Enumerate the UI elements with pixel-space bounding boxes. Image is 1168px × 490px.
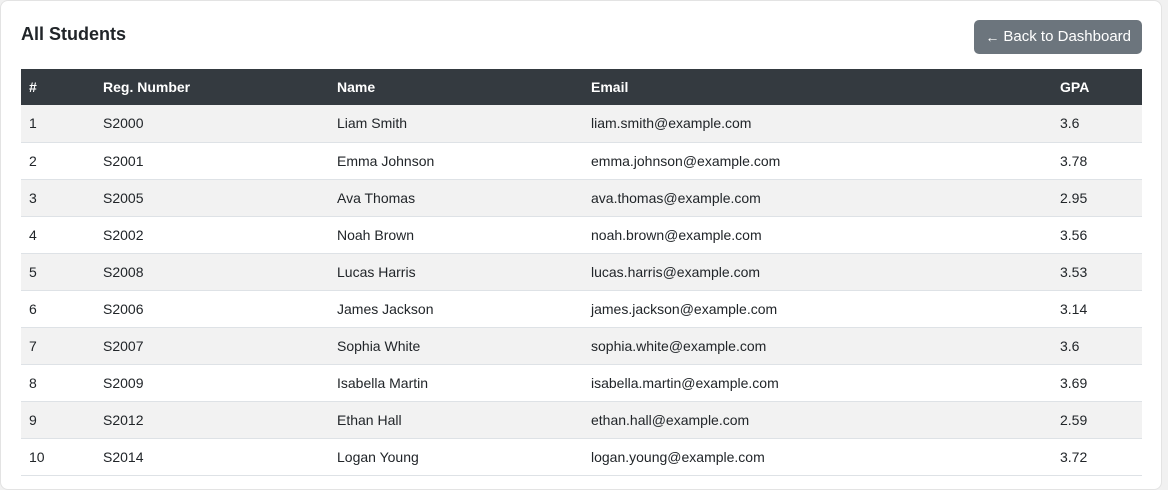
cell-reg-number: S2000: [95, 105, 329, 143]
table-row: 5 S2008 Lucas Harris lucas.harris@example.c…: [21, 253, 1142, 291]
cell-email: emma.johnson@example.com: [583, 142, 1052, 180]
table-row: 9 S2012 Ethan Hall ethan.hall@example.com 2.…: [21, 401, 1142, 439]
back-to-dashboard-label: Back to Dashboard: [1003, 28, 1131, 45]
cell-reg-number: S2005: [95, 179, 329, 217]
cell-name: Isabella Martin: [329, 364, 583, 402]
table-row: 2 S2001 Emma Johnson emma.johnson@example.c…: [21, 142, 1142, 180]
cell-reg-number: S2001: [95, 142, 329, 180]
cell-gpa: 2.95: [1052, 179, 1142, 217]
students-card: All Students ← Back to Dashboard # Reg. …: [0, 0, 1162, 490]
table-row: 10 S2014 Logan Young logan.young@example.co…: [21, 438, 1142, 476]
cell-name: Lucas Harris: [329, 253, 583, 291]
arrow-left-icon: ←: [985, 29, 1000, 45]
cell-reg-number: S2007: [95, 327, 329, 365]
cell-number: 10: [21, 438, 95, 476]
column-header-reg-number: Reg. Number: [103, 79, 191, 95]
table-row: 4 S2002 Noah Brown noah.brown@example.com 3.…: [21, 216, 1142, 254]
cell-number: 4: [21, 216, 95, 254]
cell-name: Ava Thomas: [329, 179, 583, 217]
cell-reg-number: S2014: [95, 438, 329, 476]
card-header: All Students ← Back to Dashboard: [21, 1, 1142, 69]
table-body: 1 S2000 Liam Smith liam.smith@example.com 3.…: [21, 105, 1142, 476]
cell-email: lucas.harris@example.com: [583, 253, 1052, 291]
cell-name: Ethan Hall: [329, 401, 583, 439]
table-row: 3 S2005 Ava Thomas ava.thomas@example.com 2.…: [21, 179, 1142, 217]
cell-gpa: 2.59: [1052, 401, 1142, 439]
cell-email: ava.thomas@example.com: [583, 179, 1052, 217]
cell-email: noah.brown@example.com: [583, 216, 1052, 254]
cell-reg-number: S2002: [95, 216, 329, 254]
cell-number: 7: [21, 327, 95, 365]
column-header-number: #: [29, 79, 37, 95]
cell-name: Noah Brown: [329, 216, 583, 254]
cell-name: James Jackson: [329, 290, 583, 328]
cell-gpa: 3.69: [1052, 364, 1142, 402]
table-row: 1 S2000 Liam Smith liam.smith@example.com 3.…: [21, 105, 1142, 143]
table-header-row: # Reg. Number Name Email GPA: [21, 69, 1142, 105]
table-row: 6 S2006 James Jackson james.jackson@example…: [21, 290, 1142, 328]
table-header: # Reg. Number Name Email GPA: [21, 69, 1142, 105]
cell-gpa: 3.53: [1052, 253, 1142, 291]
back-to-dashboard-button[interactable]: ← Back to Dashboard: [974, 20, 1142, 54]
cell-gpa: 3.72: [1052, 438, 1142, 476]
cell-gpa: 3.14: [1052, 290, 1142, 328]
cell-gpa: 3.6: [1052, 327, 1142, 365]
cell-number: 6: [21, 290, 95, 328]
cell-number: 9: [21, 401, 95, 439]
table-row: 7 S2007 Sophia White sophia.white@example.c…: [21, 327, 1142, 365]
cell-reg-number: S2012: [95, 401, 329, 439]
page-title: All Students: [21, 24, 127, 44]
cell-gpa: 3.6: [1052, 105, 1142, 143]
cell-number: 2: [21, 142, 95, 180]
cell-email: isabella.martin@example.com: [583, 364, 1052, 402]
cell-number: 8: [21, 364, 95, 402]
students-table: # Reg. Number Name Email GPA 1 S2000 Liam …: [21, 69, 1142, 476]
cell-reg-number: S2006: [95, 290, 329, 328]
column-header-email: Email: [591, 79, 629, 95]
cell-number: 1: [21, 105, 95, 143]
cell-gpa: 3.78: [1052, 142, 1142, 180]
cell-name: Emma Johnson: [329, 142, 583, 180]
cell-name: Liam Smith: [329, 105, 583, 143]
cell-reg-number: S2008: [95, 253, 329, 291]
cell-email: james.jackson@example.com: [583, 290, 1052, 328]
cell-reg-number: S2009: [95, 364, 329, 402]
cell-gpa: 3.56: [1052, 216, 1142, 254]
cell-email: sophia.white@example.com: [583, 327, 1052, 365]
cell-number: 3: [21, 179, 95, 217]
table-row: 8 S2009 Isabella Martin isabella.martin@exa…: [21, 364, 1142, 402]
cell-name: Logan Young: [329, 438, 583, 476]
cell-email: logan.young@example.com: [583, 438, 1052, 476]
cell-name: Sophia White: [329, 327, 583, 365]
column-header-name: Name: [337, 79, 376, 95]
cell-email: ethan.hall@example.com: [583, 401, 1052, 439]
cell-number: 5: [21, 253, 95, 291]
column-header-gpa: GPA: [1060, 79, 1090, 95]
cell-email: liam.smith@example.com: [583, 105, 1052, 143]
